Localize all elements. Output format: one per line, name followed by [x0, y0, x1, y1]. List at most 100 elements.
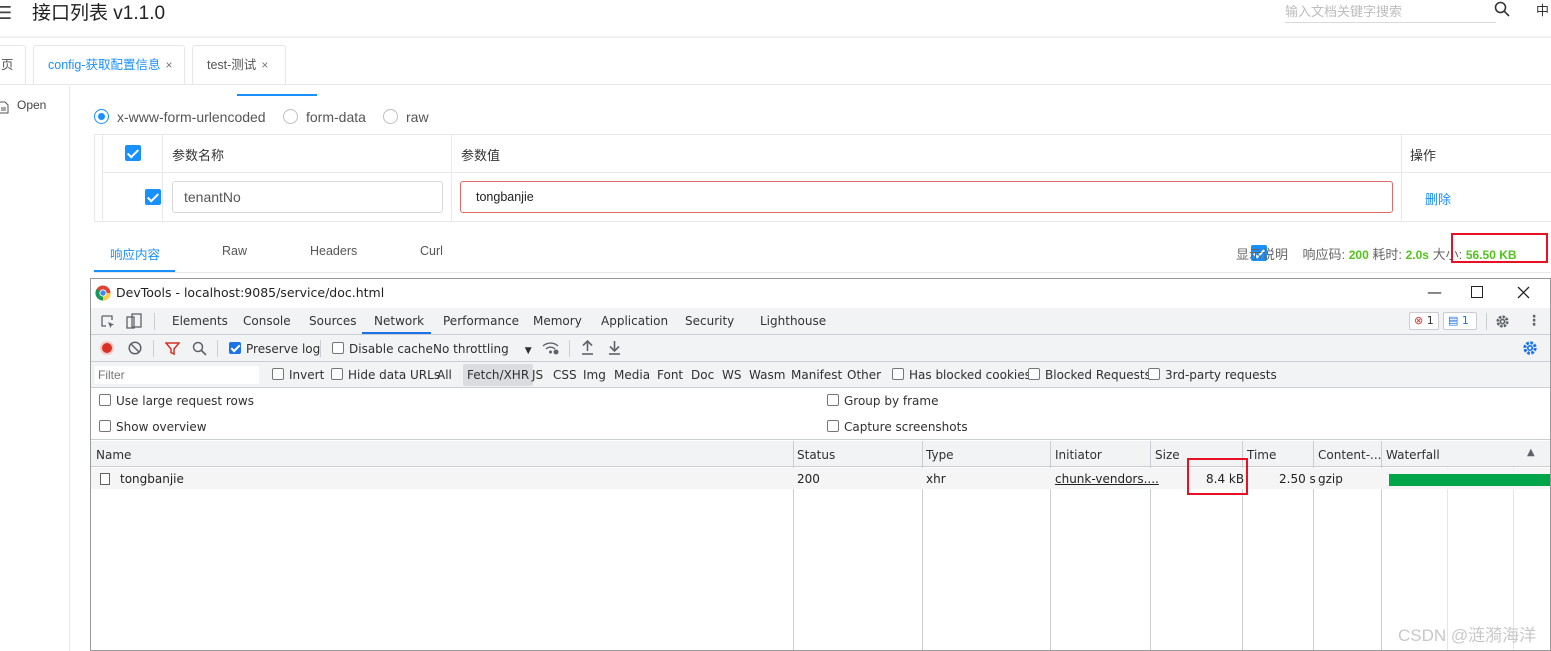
type-filter-font[interactable]: Font [657, 368, 683, 382]
tab-response-content[interactable]: 响应内容 [110, 244, 160, 263]
tab-headers[interactable]: Headers [310, 244, 357, 258]
radio-dot[interactable] [383, 109, 398, 125]
devtools-tab-memory[interactable]: Memory [533, 314, 582, 328]
gear-icon[interactable] [1495, 314, 1510, 332]
column-status[interactable]: Status [797, 448, 835, 462]
device-toggle-icon[interactable] [126, 313, 142, 333]
type-filter-fetch-xhr[interactable]: Fetch/XHR [463, 364, 534, 386]
upload-icon[interactable] [581, 339, 594, 358]
delete-row-link[interactable]: 删除 [1425, 189, 1451, 208]
radio-dot[interactable] [94, 109, 109, 125]
radio-urlencoded[interactable]: x-www-form-urlencoded [94, 108, 266, 125]
tab-curl[interactable]: Curl [420, 244, 443, 258]
devtools-tab-application[interactable]: Application [601, 314, 668, 328]
type-filter-all[interactable]: All [437, 368, 452, 382]
checkbox-box[interactable] [1148, 368, 1160, 380]
type-filter-media[interactable]: Media [614, 368, 650, 382]
checkbox-box[interactable] [99, 394, 111, 406]
tab-home[interactable]: 页 [0, 45, 26, 84]
large-rows-checkbox[interactable]: Use large request rows [99, 394, 254, 408]
inspect-element-icon[interactable] [100, 314, 116, 333]
row-checkbox[interactable] [144, 189, 161, 205]
column-name[interactable]: Name [96, 448, 131, 462]
checkbox-box[interactable] [827, 394, 839, 406]
show-overview-checkbox[interactable]: Show overview [99, 420, 207, 434]
error-count-badge[interactable]: ⊗ 1 [1409, 312, 1439, 330]
column-waterfall[interactable]: Waterfall [1386, 448, 1440, 462]
type-filter-wasm[interactable]: Wasm [749, 368, 785, 382]
column-size[interactable]: Size [1155, 448, 1180, 462]
search-network-icon[interactable] [192, 341, 207, 359]
type-filter-doc[interactable]: Doc [691, 368, 714, 382]
checkbox-box[interactable] [331, 368, 343, 380]
close-icon[interactable]: × [166, 58, 173, 72]
checkbox-box[interactable] [99, 420, 111, 432]
column-content[interactable]: Content-... [1318, 448, 1382, 462]
devtools-tab-security[interactable]: Security [685, 314, 734, 328]
open-button[interactable]: Open [17, 98, 46, 112]
filter-icon[interactable] [164, 341, 181, 359]
message-count-badge[interactable]: ▤ 1 [1443, 312, 1477, 330]
type-filter-ws[interactable]: WS [722, 368, 741, 382]
radio-dot[interactable] [283, 109, 298, 125]
radio-form-data[interactable]: form-data [283, 108, 366, 125]
checkbox-box[interactable] [1028, 368, 1040, 380]
hide-data-urls-checkbox[interactable]: Hide data URLs [331, 368, 440, 382]
devtools-tab-network[interactable]: Network [374, 314, 424, 328]
column-time[interactable]: Time [1247, 448, 1276, 462]
close-icon[interactable]: × [261, 58, 268, 72]
type-filter-manifest[interactable]: Manifest [791, 368, 842, 382]
record-icon[interactable] [100, 341, 114, 355]
search-input[interactable] [1285, 0, 1496, 23]
more-options-icon[interactable]: ⋮ [1527, 313, 1541, 329]
clear-icon[interactable] [128, 341, 142, 358]
invert-checkbox[interactable]: Invert [272, 368, 324, 382]
download-icon[interactable] [608, 340, 621, 358]
show-description-label[interactable]: 显示说明 [1236, 247, 1288, 262]
devtools-tab-sources[interactable]: Sources [309, 314, 356, 328]
language-toggle[interactable]: 中 [1536, 0, 1549, 19]
preserve-log-checkbox[interactable]: Preserve log [229, 342, 320, 356]
close-window-icon[interactable] [1517, 282, 1530, 303]
type-filter-js[interactable]: JS [532, 368, 543, 382]
table-row[interactable]: tongbanjie 200 xhr chunk-vendors.... 8.4… [91, 468, 1550, 489]
filter-input[interactable] [95, 366, 259, 384]
minimize-icon[interactable]: — [1427, 283, 1442, 301]
capture-screenshots-checkbox[interactable]: Capture screenshots [827, 420, 968, 434]
throttling-select[interactable]: No throttling ▼ [433, 342, 532, 356]
column-initiator[interactable]: Initiator [1055, 448, 1102, 462]
maximize-icon[interactable] [1471, 282, 1483, 302]
type-filter-css[interactable]: CSS [553, 368, 577, 382]
hamburger-menu-icon[interactable]: ☰ [0, 3, 12, 24]
type-filter-other[interactable]: Other [847, 368, 881, 382]
param-value-input[interactable]: tongbanjie [460, 181, 1393, 213]
network-settings-gear-icon[interactable] [1522, 340, 1538, 359]
devtools-tab-lighthouse[interactable]: Lighthouse [760, 314, 826, 328]
sort-asc-icon[interactable]: ▲ [1527, 447, 1535, 458]
group-by-frame-checkbox[interactable]: Group by frame [827, 394, 938, 408]
tab-raw[interactable]: Raw [222, 244, 247, 258]
search-icon[interactable] [1494, 0, 1510, 17]
blocked-requests-checkbox[interactable]: Blocked Requests [1028, 368, 1151, 382]
request-name[interactable]: tongbanjie [120, 472, 184, 486]
request-initiator-link[interactable]: chunk-vendors.... [1055, 472, 1159, 486]
checkbox-box[interactable] [229, 342, 241, 354]
column-type[interactable]: Type [926, 448, 954, 462]
checkbox-box[interactable] [827, 420, 839, 432]
type-filter-img[interactable]: Img [583, 368, 606, 382]
devtools-tab-performance[interactable]: Performance [443, 314, 519, 328]
radio-raw[interactable]: raw [383, 108, 429, 125]
network-conditions-icon[interactable] [542, 341, 560, 358]
has-blocked-cookies-checkbox[interactable]: Has blocked cookies [892, 368, 1031, 382]
param-name-input[interactable]: tenantNo [172, 181, 443, 213]
checkbox-box[interactable] [892, 368, 904, 380]
document-open-icon[interactable] [0, 99, 9, 114]
tab-config[interactable]: config-获取配置信息 × [33, 45, 185, 84]
tab-test[interactable]: test-测试 × [192, 45, 286, 84]
select-all-checkbox[interactable] [125, 145, 141, 161]
devtools-tab-elements[interactable]: Elements [172, 314, 228, 328]
third-party-requests-checkbox[interactable]: 3rd-party requests [1148, 368, 1277, 382]
checkbox-box[interactable] [272, 368, 284, 380]
checkbox-box[interactable] [332, 342, 344, 354]
devtools-tab-console[interactable]: Console [243, 314, 291, 328]
